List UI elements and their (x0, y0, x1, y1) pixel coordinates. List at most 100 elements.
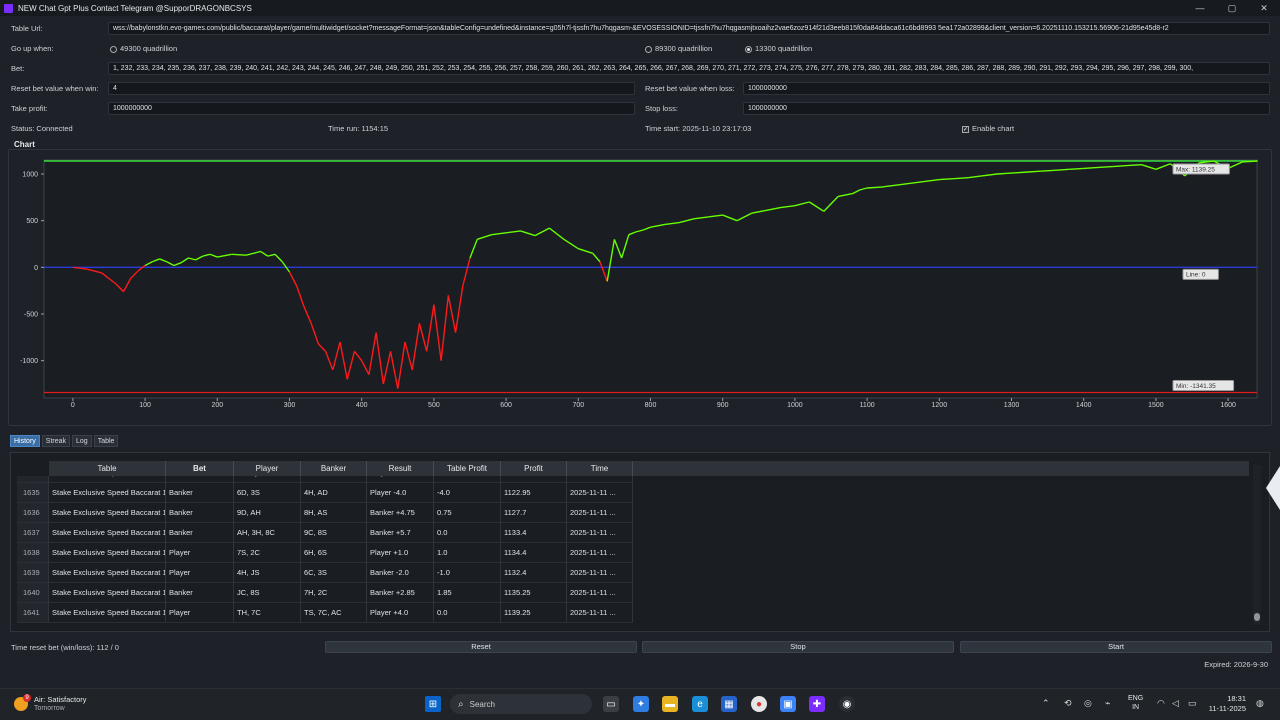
x-tick-label: 1600 (1220, 402, 1236, 409)
lang-indicator[interactable]: ENG IN (1128, 694, 1143, 712)
col-table-profit[interactable]: Table Profit (434, 461, 501, 476)
file-explorer-icon[interactable]: ▬ (662, 696, 678, 712)
cell-table: Stake Exclusive Speed Baccarat 1 (49, 503, 166, 523)
tray-record-icon[interactable]: ◎ (1084, 698, 1092, 709)
notification-bell-icon[interactable]: ◍ (1256, 698, 1264, 709)
taskbar-search[interactable]: ⌕ Search (450, 694, 592, 714)
table-row[interactable]: 1636 Stake Exclusive Speed Baccarat 1 Bank… (17, 503, 633, 523)
table-row[interactable]: 1638 Stake Exclusive Speed Baccarat 1 Play… (17, 543, 633, 563)
series-segment (1098, 165, 1113, 169)
store-icon[interactable]: ▦ (721, 696, 737, 712)
app-icon-dark[interactable]: ◉ (839, 696, 855, 712)
expired-label: Expired: 2026-9-30 (1204, 660, 1268, 669)
cell-time: 2025-11-11 ... (567, 583, 633, 603)
task-view-icon[interactable]: ▭ (603, 696, 619, 712)
cell-banker: 6H, 6S (301, 543, 367, 563)
stop-button[interactable]: Stop (642, 641, 954, 653)
search-icon: ⌕ (458, 698, 464, 710)
reset-button[interactable]: Reset (325, 641, 637, 653)
cell-result: Banker +2.85 (367, 583, 434, 603)
clock-date: 11-11-2025 (1208, 704, 1246, 713)
table-scrollbar[interactable] (1253, 465, 1261, 625)
clock[interactable]: 18:31 11-11-2025 (1204, 694, 1246, 714)
scrollbar-thumb[interactable] (1254, 613, 1260, 621)
cell-table-profit: -1.0 (434, 563, 501, 583)
copilot-icon[interactable]: ✦ (633, 696, 649, 712)
tab-table[interactable]: Table (93, 435, 119, 447)
col-table[interactable]: Table (49, 461, 166, 476)
table-row[interactable]: 1641 Stake Exclusive Speed Baccarat 1 Play… (17, 603, 633, 623)
cell-table-profit: 1.0 (434, 543, 501, 563)
app-icon-blue[interactable]: ▣ (780, 696, 796, 712)
series-segment (1112, 164, 1128, 168)
col-banker[interactable]: Banker (301, 461, 367, 476)
cell-time: 2025-11-11 ... (567, 476, 633, 483)
x-tick-label: 1200 (932, 402, 948, 409)
chrome-icon[interactable]: ● (751, 696, 767, 712)
col-result[interactable]: Result (367, 461, 434, 476)
weather-widget[interactable]: 9 Air: Satisfactory Tomorrow (14, 692, 87, 716)
cell-profit: 1139.25 (501, 603, 567, 623)
cell-bet: Banker (166, 483, 234, 503)
x-tick-label: 0 (71, 402, 75, 409)
col-player[interactable]: Player (234, 461, 301, 476)
weather-icon: 9 (14, 694, 31, 711)
series-segment (1069, 167, 1084, 171)
weather-sub: Tomorrow (34, 705, 65, 712)
cell-table: Stake Exclusive Speed Baccarat 1 (49, 543, 166, 563)
x-tick-label: 1400 (1076, 402, 1092, 409)
x-tick-label: 500 (428, 402, 440, 409)
lang-bottom: IN (1132, 704, 1140, 711)
series-segment (1083, 166, 1099, 170)
cell-idx: 1639 (17, 563, 49, 583)
start-button[interactable]: Start (960, 641, 1272, 653)
volume-icon[interactable]: ◁ (1172, 698, 1179, 709)
table-row[interactable]: 1637 Stake Exclusive Speed Baccarat 1 Bank… (17, 523, 633, 543)
tray-app-icon[interactable]: ⟲ (1064, 698, 1072, 709)
cell-result: Banker +5.7 (367, 523, 434, 543)
cell-table: Stake Exclusive Speed Baccarat 1 (49, 523, 166, 543)
cell-table: Stake Exclusive Speed Baccarat 1 (49, 563, 166, 583)
cell-table-profit: 0.0 (434, 523, 501, 543)
cell-player: AH, 3H, 8C (234, 523, 301, 543)
tray-chevron-icon[interactable]: ⌃ (1042, 698, 1050, 709)
cell-bet: Player (166, 603, 234, 623)
cell-banker: 9C, 8S (301, 523, 367, 543)
cell-profit: 1135.25 (501, 583, 567, 603)
table-row-partial[interactable]: 1634Stake Exclusive Speed Baccarat 1Bank… (17, 476, 633, 483)
series-segment (867, 186, 882, 189)
edge-icon[interactable]: e (692, 696, 708, 712)
x-tick-label: 600 (500, 402, 512, 409)
active-app-icon[interactable]: ✚ (809, 696, 825, 712)
col-profit[interactable]: Profit (501, 461, 567, 476)
tray-usb-icon[interactable]: ⌁ (1105, 698, 1110, 709)
col-filler (633, 461, 1249, 476)
col-bet[interactable]: Bet (166, 461, 234, 476)
series-segment (1054, 168, 1070, 171)
table-row[interactable]: 1635 Stake Exclusive Speed Baccarat 1 Bank… (17, 483, 633, 503)
col-time[interactable]: Time (567, 461, 633, 476)
cell-player: 7S, 2C (234, 543, 301, 563)
cell-time: 2025-11-11 ... (567, 563, 633, 583)
cell-bet: Banker (166, 476, 234, 483)
wifi-icon[interactable]: ◠ (1157, 698, 1165, 709)
x-tick-label: 200 (211, 402, 223, 409)
tab-streak[interactable]: Streak (41, 435, 71, 447)
cell-profit: 1132.4 (501, 563, 567, 583)
tab-log[interactable]: Log (72, 435, 92, 447)
cell-bet: Banker (166, 523, 234, 543)
x-tick-label: 1500 (1148, 402, 1164, 409)
start-menu-icon[interactable]: ⊞ (425, 696, 441, 712)
battery-icon[interactable]: ▭ (1188, 698, 1197, 709)
search-label: Search (469, 699, 495, 709)
cell-bet: Banker (166, 503, 234, 523)
tab-history[interactable]: History (10, 435, 40, 447)
cell-idx: 1636 (17, 503, 49, 523)
series-segment (939, 177, 954, 181)
cell-time: 2025-11-11 ... (567, 503, 633, 523)
table-header: Table Bet Player Banker Result Table Pro… (49, 461, 1249, 476)
table-row[interactable]: 1640 Stake Exclusive Speed Baccarat 1 Bank… (17, 583, 633, 603)
cell-banker: 7D, 9C, 5C (301, 476, 367, 483)
cell-time: 2025-11-11 ... (567, 483, 633, 503)
table-row[interactable]: 1639 Stake Exclusive Speed Baccarat 1 Play… (17, 563, 633, 583)
